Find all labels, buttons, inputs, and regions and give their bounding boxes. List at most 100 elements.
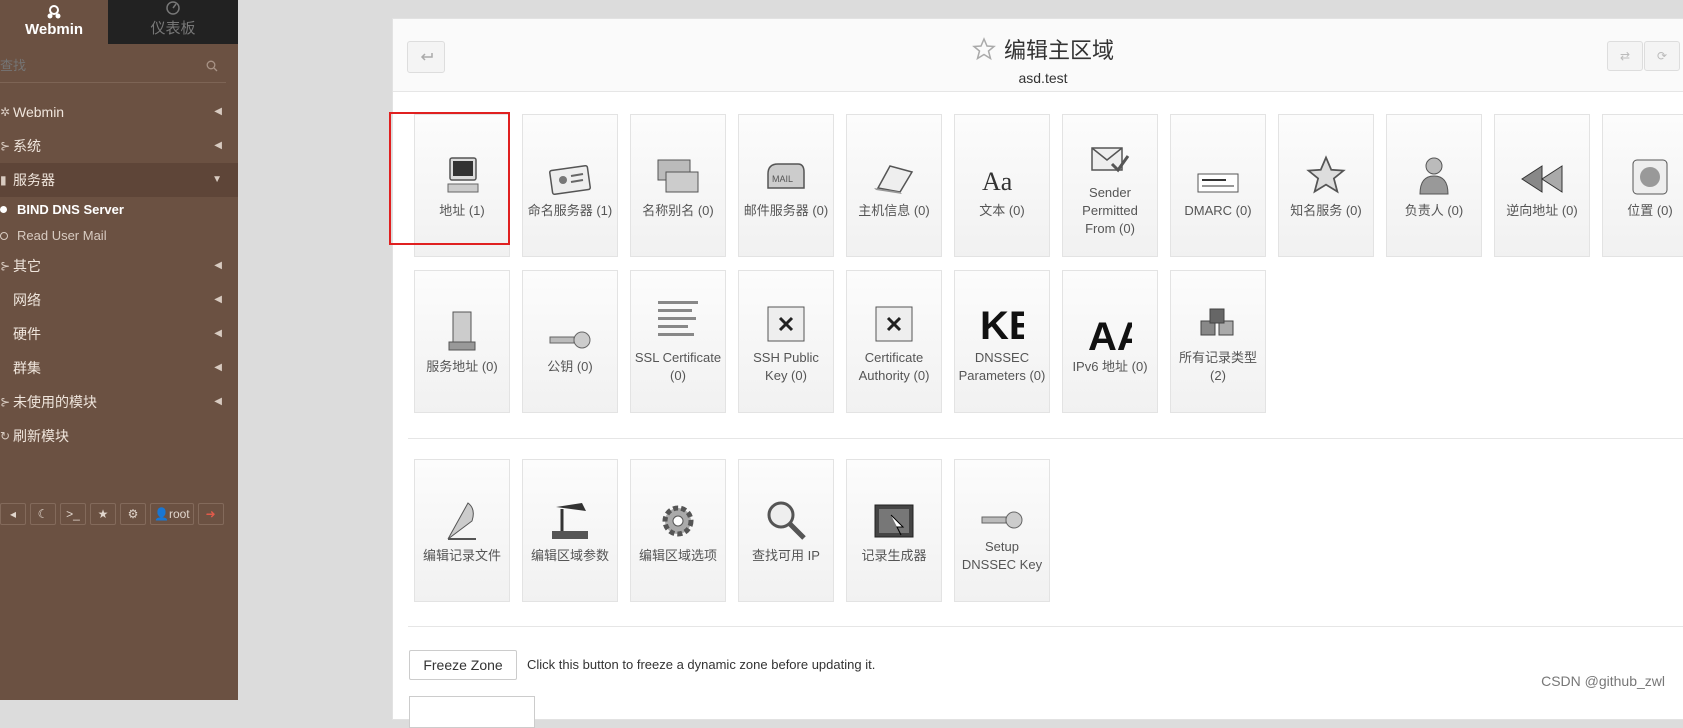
star-outline-icon[interactable] (972, 37, 996, 61)
record-tile-mail-server[interactable]: MAIL 邮件服务器 (0) (738, 114, 834, 257)
next-action-button[interactable] (409, 696, 535, 728)
record-tile-responsible[interactable]: 负责人 (0) (1386, 114, 1482, 257)
sidebar-search (0, 54, 226, 83)
action-edit-zone-params[interactable]: 编辑区域参数 (522, 459, 618, 602)
search-icon[interactable] (206, 60, 218, 72)
action-label: 查找可用 IP (752, 547, 820, 563)
sidebar-item-label: 系统 (13, 138, 41, 154)
favorites-button[interactable]: ★ (90, 503, 116, 525)
action-edit-zone-options[interactable]: 编辑区域选项 (630, 459, 726, 602)
text-aa-icon: Aa (980, 152, 1024, 196)
selection-highlight (389, 112, 510, 245)
image-not-found-icon (766, 299, 806, 343)
record-tile-all-types[interactable]: 所有记录类型 (2) (1170, 270, 1266, 413)
record-tile-ssh-public-key[interactable]: SSH Public Key (0) (738, 270, 834, 413)
record-tile-spf[interactable]: Sender Permitted From (0) (1062, 114, 1158, 257)
sidebar-item-system[interactable]: ⊱ 系统 ◀ (0, 129, 238, 163)
record-tile-public-key[interactable]: 公钥 (0) (522, 270, 618, 413)
record-tile-dmarc[interactable]: DMARC (0) (1170, 114, 1266, 257)
ke-letters-icon: KE (980, 299, 1024, 343)
sidebar-item-cluster[interactable]: 群集 ◀ (0, 351, 238, 385)
tab-dashboard[interactable]: 仪表板 (108, 0, 238, 44)
refresh-icon: ↻ (0, 429, 11, 443)
record-tile-nameserver[interactable]: 命名服务器 (1) (522, 114, 618, 257)
collapse-sidebar-button[interactable]: ◂ (0, 503, 26, 525)
action-label: 编辑区域选项 (638, 547, 717, 563)
record-tile-alias[interactable]: 名称别名 (0) (630, 114, 726, 257)
record-tile-service-address[interactable]: 服务地址 (0) (414, 270, 510, 413)
refresh-button[interactable]: ⟳ (1644, 41, 1680, 71)
record-tile-dnssec-parameters[interactable]: KE DNSSEC Parameters (0) (954, 270, 1050, 413)
server-icon: ▮ (0, 173, 7, 187)
sidebar-subitem-read-user-mail[interactable]: Read User Mail (0, 223, 238, 249)
sidebar-item-refresh-modules[interactable]: ↻ 刷新模块 (0, 419, 238, 453)
record-label: 名称别名 (0) (642, 202, 714, 218)
record-tile-certificate-authority[interactable]: Certificate Authority (0) (846, 270, 942, 413)
aa-letters-icon: AA (1088, 308, 1132, 352)
action-find-free-ip[interactable]: 查找可用 IP (738, 459, 834, 602)
freeze-zone-description: Click this button to freeze a dynamic zo… (527, 657, 876, 672)
page-title: 编辑主区域 (972, 33, 1114, 65)
collapse-icon: ◂ (9, 507, 17, 521)
user-name: root (168, 507, 190, 521)
person-icon (1416, 152, 1452, 196)
svg-text:MAIL: MAIL (772, 174, 793, 184)
watermark: CSDN @github_zwl (1541, 673, 1665, 689)
record-tile-reverse[interactable]: 逆向地址 (0) (1494, 114, 1590, 257)
sidebar-item-servers[interactable]: ▮ 服务器 ▼ (0, 163, 238, 197)
record-tile-text[interactable]: Aa 文本 (0) (954, 114, 1050, 257)
chevron-left-icon: ◀ (214, 362, 222, 373)
star-icon (1305, 152, 1347, 196)
action-label: Setup DNSSEC Key (961, 538, 1043, 572)
record-label: DMARC (0) (1184, 202, 1252, 218)
sidebar-item-network[interactable]: 网络 ◀ (0, 283, 238, 317)
tools-icon: ⊱ (0, 259, 11, 273)
record-label: 邮件服务器 (0) (743, 202, 829, 218)
sidebar-item-label: 网络 (13, 292, 41, 308)
record-tile-host-info[interactable]: 主机信息 (0) (846, 114, 942, 257)
sidebar-item-hardware[interactable]: 硬件 ◀ (0, 317, 238, 351)
sidebar-subitem-label: Read User Mail (17, 228, 107, 243)
user-icon: 👤 (154, 507, 169, 521)
record-label: 服务地址 (0) (426, 358, 498, 374)
sidebar-subitem-bind-dns[interactable]: BIND DNS Server (0, 197, 238, 223)
chevron-left-icon: ◀ (214, 294, 222, 305)
record-label: 逆向地址 (0) (1506, 202, 1578, 218)
record-label: 位置 (0) (1627, 202, 1673, 218)
chevron-left-icon: ◀ (214, 260, 222, 271)
record-label: Sender Permitted From (0) (1082, 184, 1138, 236)
tab-webmin[interactable]: Webmin (0, 0, 108, 44)
sidebar-item-webmin[interactable]: ✲ Webmin ◀ (0, 95, 238, 129)
user-button[interactable]: 👤 root (150, 503, 194, 525)
record-tile-ipv6-address[interactable]: AA IPv6 地址 (0) (1062, 270, 1158, 413)
settings-button[interactable]: ⚙ (120, 503, 146, 525)
webmin-logo-icon (47, 5, 61, 19)
sidebar-item-others[interactable]: ⊱ 其它 ◀ (0, 249, 238, 283)
night-mode-button[interactable]: ☾ (30, 503, 56, 525)
record-label: Certificate Authority (0) (858, 349, 930, 383)
sidebar-item-label: 群集 (13, 360, 41, 376)
sidebar-item-label: 服务器 (13, 172, 55, 188)
tab-dashboard-label: 仪表板 (150, 20, 196, 37)
title-block: 编辑主区域 asd.test (393, 33, 1683, 86)
record-tile-ssl-certificate[interactable]: SSL Certificate (0) (630, 270, 726, 413)
logout-button[interactable]: ➜ (197, 503, 224, 525)
windows-stack-icon (656, 152, 700, 196)
svg-text:AA: AA (1088, 315, 1132, 352)
mail-check-icon (1088, 134, 1132, 178)
section-divider (408, 438, 1683, 439)
freeze-zone-button[interactable]: Freeze Zone (409, 650, 517, 680)
action-label: 编辑区域参数 (530, 547, 609, 563)
action-record-generator[interactable]: 记录生成器 (846, 459, 942, 602)
sidebar-item-unused-modules[interactable]: ⊱ 未使用的模块 ◀ (0, 385, 238, 419)
chevron-left-icon: ◀ (214, 396, 222, 407)
terminal-button[interactable]: >_ (60, 503, 86, 525)
record-tile-location[interactable]: 位置 (0) (1602, 114, 1683, 257)
action-label: 编辑记录文件 (422, 547, 501, 563)
search-input[interactable] (0, 54, 190, 77)
sync-button[interactable]: ⇄ (1607, 41, 1643, 71)
record-label: IPv6 地址 (0) (1072, 358, 1148, 374)
action-setup-dnssec-key[interactable]: Setup DNSSEC Key (954, 459, 1050, 602)
record-tile-wks[interactable]: 知名服务 (0) (1278, 114, 1374, 257)
action-edit-records-file[interactable]: 编辑记录文件 (414, 459, 510, 602)
